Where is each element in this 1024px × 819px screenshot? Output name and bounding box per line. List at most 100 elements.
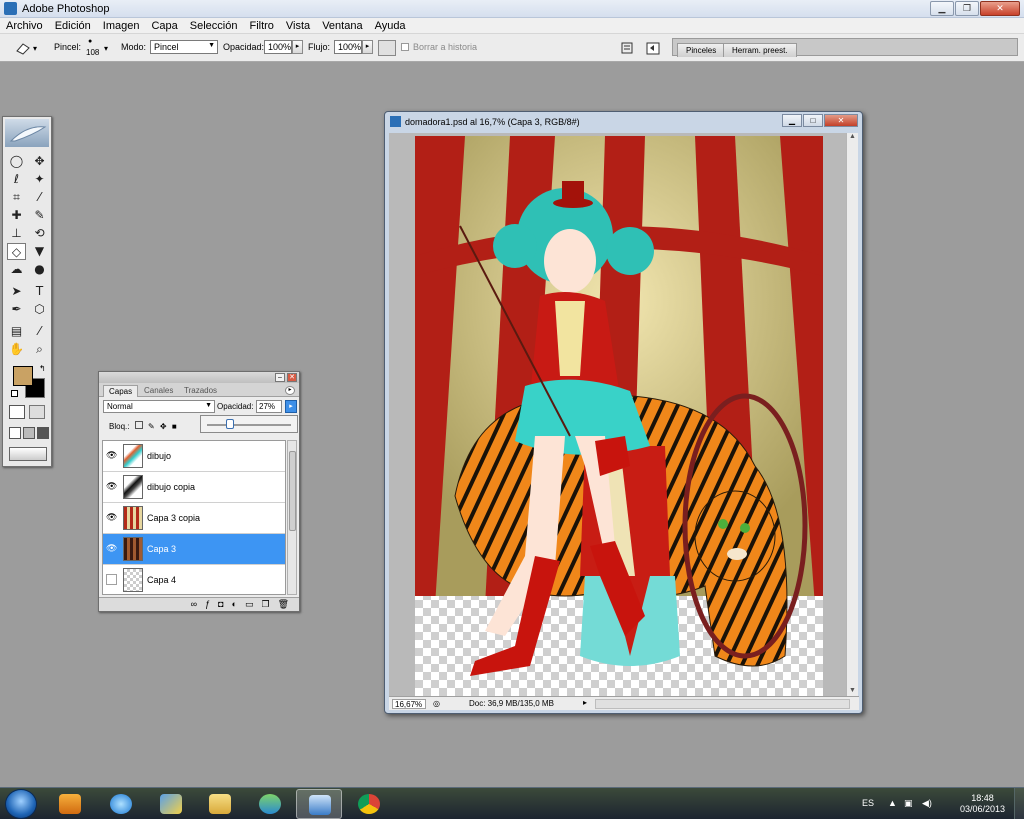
- menu-imagen[interactable]: Imagen: [97, 18, 146, 33]
- erase-history-checkbox[interactable]: [401, 43, 409, 51]
- feather-logo-icon[interactable]: [5, 119, 49, 147]
- quick-mask-mode-icon[interactable]: [29, 405, 45, 419]
- layer-row[interactable]: 👁 Capa 3 copia: [103, 503, 285, 534]
- swap-colors-icon[interactable]: ↰: [39, 364, 46, 373]
- menu-edicion[interactable]: Edición: [49, 18, 97, 33]
- document-maximize-button[interactable]: □: [803, 114, 823, 127]
- document-palette-icon[interactable]: [645, 40, 663, 56]
- eye-icon[interactable]: 👁: [106, 450, 117, 461]
- artwork-canvas[interactable]: [415, 136, 823, 696]
- palette-list-icon[interactable]: [619, 40, 637, 56]
- eye-icon[interactable]: 👁: [106, 512, 117, 523]
- eraser-tool-icon[interactable]: ◇: [7, 243, 26, 260]
- eye-icon[interactable]: 👁: [106, 481, 117, 492]
- blur-tool-icon[interactable]: ☁: [7, 261, 26, 278]
- dodge-tool-icon[interactable]: ●: [30, 261, 49, 278]
- new-group-icon[interactable]: ▭: [245, 599, 254, 611]
- lasso-tool-icon[interactable]: ℓ: [7, 171, 26, 188]
- healing-brush-tool-icon[interactable]: ✚: [7, 207, 26, 224]
- eye-icon[interactable]: 👁: [106, 543, 117, 554]
- document-minimize-button[interactable]: ▁: [782, 114, 802, 127]
- panel-minimize-button[interactable]: –: [275, 373, 285, 382]
- taskbar-internet-explorer[interactable]: [98, 789, 144, 819]
- eyedropper-tool-icon[interactable]: ⁄: [30, 323, 49, 340]
- taskbar-explorer[interactable]: [197, 789, 243, 819]
- layer-style-icon[interactable]: ƒ: [205, 599, 210, 611]
- delete-layer-icon[interactable]: 🗑: [278, 599, 289, 611]
- history-brush-tool-icon[interactable]: ⟲: [30, 225, 49, 242]
- minimize-button[interactable]: ▁: [930, 1, 954, 16]
- brush-picker-arrow-icon[interactable]: ▾: [104, 44, 108, 53]
- brush-dot-icon[interactable]: ●: [88, 38, 92, 45]
- hand-tool-icon[interactable]: ✋: [7, 341, 26, 358]
- layer-opacity-input[interactable]: 27%: [256, 400, 282, 413]
- flow-slider-button[interactable]: ▸: [362, 40, 373, 54]
- move-tool-icon[interactable]: ✥: [30, 153, 49, 170]
- airbrush-icon[interactable]: [378, 40, 396, 56]
- adjustment-layer-icon[interactable]: ◐: [232, 599, 237, 611]
- scroll-down-icon[interactable]: ▼: [849, 687, 856, 694]
- screen-mode-full-icon[interactable]: [37, 427, 49, 439]
- lock-pixels-icon[interactable]: ✎: [148, 422, 155, 431]
- clone-stamp-tool-icon[interactable]: ⊥: [7, 225, 26, 242]
- layer-row[interactable]: 👁 dibujo: [103, 441, 285, 472]
- mode-select[interactable]: Pincel ▼: [150, 40, 218, 54]
- layer-mask-icon[interactable]: ◘: [218, 599, 223, 611]
- show-hidden-icons-icon[interactable]: ▲: [888, 798, 897, 808]
- layers-scrollbar-thumb[interactable]: [289, 451, 296, 531]
- document-close-button[interactable]: ✕: [824, 114, 858, 127]
- document-horizontal-scrollbar[interactable]: [595, 699, 850, 709]
- notes-tool-icon[interactable]: ▤: [7, 323, 26, 340]
- volume-icon[interactable]: ◀): [922, 798, 932, 809]
- menu-seleccion[interactable]: Selección: [184, 18, 244, 33]
- brush-size[interactable]: 108: [86, 48, 99, 57]
- opacity-slider-track[interactable]: [207, 424, 291, 426]
- type-tool-icon[interactable]: T: [30, 283, 49, 300]
- default-colors-icon[interactable]: [11, 390, 18, 397]
- menu-vista[interactable]: Vista: [280, 18, 316, 33]
- taskbar-chrome[interactable]: [346, 789, 392, 819]
- marquee-tool-icon[interactable]: ◯: [7, 153, 26, 170]
- magic-wand-tool-icon[interactable]: ✦: [30, 171, 49, 188]
- eye-hidden-icon[interactable]: [106, 574, 117, 585]
- lock-all-icon[interactable]: ■: [172, 422, 177, 431]
- opacity-input[interactable]: 100%: [264, 40, 292, 54]
- eraser-tool-icon[interactable]: [14, 40, 32, 56]
- crop-tool-icon[interactable]: ⌗: [7, 189, 26, 206]
- close-button[interactable]: ✕: [980, 1, 1020, 16]
- foreground-color-swatch[interactable]: [13, 366, 33, 386]
- zoom-tool-icon[interactable]: ⌕: [30, 341, 49, 358]
- opacity-slider-button[interactable]: ▸: [292, 40, 303, 54]
- standard-mode-icon[interactable]: [9, 405, 25, 419]
- taskbar-messenger[interactable]: [247, 789, 293, 819]
- paint-bucket-tool-icon[interactable]: ▼: [30, 243, 49, 260]
- menu-ventana[interactable]: Ventana: [316, 18, 368, 33]
- taskbar-paint[interactable]: [148, 789, 194, 819]
- lock-transparency-icon[interactable]: [134, 421, 143, 429]
- lock-position-icon[interactable]: ✥: [160, 422, 167, 431]
- flow-input[interactable]: 100%: [334, 40, 362, 54]
- tool-preset-arrow-icon[interactable]: ▾: [33, 44, 37, 53]
- panel-close-button[interactable]: ✕: [287, 373, 297, 382]
- taskbar-photoshop[interactable]: [296, 789, 342, 819]
- document-vertical-scrollbar[interactable]: ▲ ▼: [846, 133, 858, 696]
- screen-mode-full-menu-icon[interactable]: [23, 427, 35, 439]
- language-indicator[interactable]: ES: [862, 798, 874, 808]
- panel-menu-icon[interactable]: ▸: [285, 386, 295, 395]
- opacity-slider-knob[interactable]: [226, 419, 234, 429]
- layer-opacity-slider-button[interactable]: ▸: [285, 400, 297, 413]
- screen-mode-standard-icon[interactable]: [9, 427, 21, 439]
- status-nav-icon[interactable]: ◎: [433, 699, 440, 708]
- tab-herram-preest[interactable]: Herram. preest.: [723, 43, 797, 57]
- show-desktop-button[interactable]: [1014, 788, 1024, 819]
- tab-pinceles[interactable]: Pinceles: [677, 43, 726, 57]
- layer-row[interactable]: Capa 4: [103, 565, 285, 594]
- layer-row-selected[interactable]: 👁 Capa 3: [103, 534, 285, 565]
- menu-filtro[interactable]: Filtro: [243, 18, 279, 33]
- blend-mode-select[interactable]: Normal ▼: [103, 400, 215, 413]
- document-size-info[interactable]: Doc: 36,9 MB/135,0 MB: [469, 699, 554, 708]
- status-menu-arrow-icon[interactable]: ▸: [583, 698, 587, 707]
- taskbar-media-player[interactable]: [47, 789, 93, 819]
- tab-trazados[interactable]: Trazados: [179, 385, 222, 397]
- scroll-up-icon[interactable]: ▲: [847, 133, 858, 140]
